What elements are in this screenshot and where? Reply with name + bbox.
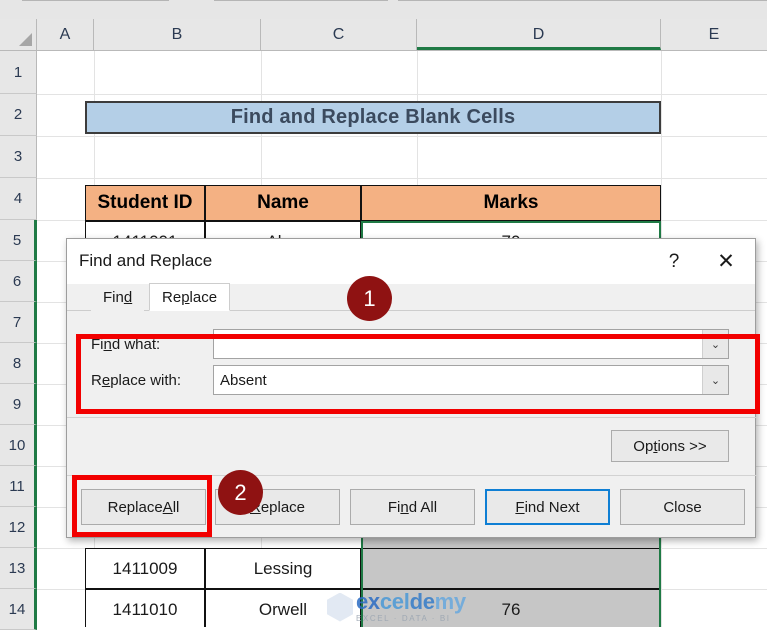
watermark-part-3: de bbox=[409, 589, 435, 614]
column-header-a[interactable]: A bbox=[37, 19, 94, 50]
column-header-row: A B C D E bbox=[0, 19, 767, 51]
row-header-7[interactable]: 7 bbox=[0, 302, 37, 343]
row-header-3[interactable]: 3 bbox=[0, 136, 37, 178]
exceldemy-watermark: exceldemy EXCEL · DATA · BI bbox=[327, 591, 466, 623]
cell-b13-student-id[interactable]: 1411009 bbox=[85, 548, 205, 589]
column-header-e[interactable]: E bbox=[661, 19, 767, 50]
formula-bar-extension-bottom bbox=[398, 0, 767, 1]
row-header-8[interactable]: 8 bbox=[0, 343, 37, 384]
select-all-corner[interactable] bbox=[0, 19, 37, 50]
table-header-marks: Marks bbox=[361, 185, 661, 221]
tab-replace-post: lace bbox=[189, 289, 218, 306]
table-header-name: Name bbox=[205, 185, 361, 221]
options-button[interactable]: Op t ions >> bbox=[611, 430, 729, 462]
row-header-6[interactable]: 6 bbox=[0, 261, 37, 302]
annotation-badge-2: 2 bbox=[218, 470, 263, 515]
row-header-13[interactable]: 13 bbox=[0, 548, 37, 589]
row-header-5[interactable]: 5 bbox=[0, 220, 37, 261]
watermark-part-1: ex bbox=[356, 589, 380, 614]
tab-find[interactable]: Find bbox=[91, 285, 145, 311]
watermark-subtitle: EXCEL · DATA · BI bbox=[356, 614, 451, 623]
cell-b14-student-id[interactable]: 1411010 bbox=[85, 589, 205, 627]
table-header-student-id: Student ID bbox=[85, 185, 205, 221]
tab-replace-accel: p bbox=[181, 289, 190, 306]
help-icon[interactable]: ? bbox=[651, 239, 697, 284]
select-all-triangle-icon bbox=[19, 33, 32, 46]
row-header-12[interactable]: 12 bbox=[0, 507, 37, 548]
annotation-highlight-fields bbox=[76, 334, 760, 414]
annotation-badge-1: 1 bbox=[347, 276, 392, 321]
tab-find-pre: Fin bbox=[103, 289, 124, 306]
row-header-11[interactable]: 11 bbox=[0, 466, 37, 507]
formula-bar-bottom bbox=[214, 0, 388, 1]
tab-replace-pre: Re bbox=[162, 289, 182, 306]
watermark-part-2: cel bbox=[379, 589, 410, 614]
row-header-14[interactable]: 14 bbox=[0, 589, 37, 630]
row-header-1[interactable]: 1 bbox=[0, 51, 37, 94]
column-header-d[interactable]: D bbox=[417, 19, 661, 50]
find-all-button[interactable]: Fi n d All bbox=[350, 489, 475, 525]
dialog-title-bar[interactable]: Find and Replace ? ✕ bbox=[67, 239, 755, 284]
column-header-c[interactable]: C bbox=[261, 19, 417, 50]
row-header-9[interactable]: 9 bbox=[0, 384, 37, 425]
annotation-highlight-replace-all bbox=[72, 475, 212, 537]
row-header-2[interactable]: 2 bbox=[0, 94, 37, 136]
sheet-title-banner: Find and Replace Blank Cells bbox=[85, 101, 661, 134]
close-button[interactable]: Close bbox=[620, 489, 745, 525]
exceldemy-hexagon-logo-icon bbox=[327, 592, 353, 622]
column-header-b[interactable]: B bbox=[94, 19, 261, 50]
row-header-column: 1 2 3 4 5 6 7 8 9 10 11 12 13 14 bbox=[0, 51, 37, 630]
name-box-bottom bbox=[22, 0, 169, 1]
find-next-button[interactable]: Find Next bbox=[485, 489, 610, 525]
dialog-title: Find and Replace bbox=[79, 251, 213, 270]
cell-c13-name[interactable]: Lessing bbox=[205, 548, 361, 589]
cell-d13-marks[interactable] bbox=[361, 548, 661, 589]
close-icon[interactable]: ✕ bbox=[703, 239, 749, 284]
tab-replace[interactable]: Replace bbox=[149, 283, 231, 311]
row-header-4[interactable]: 4 bbox=[0, 178, 37, 220]
watermark-part-4: my bbox=[434, 589, 467, 614]
formula-bar-sliver bbox=[0, 0, 767, 19]
dialog-tab-strip: Find Replace bbox=[67, 283, 755, 311]
tab-find-accel: d bbox=[123, 289, 133, 306]
row-header-10[interactable]: 10 bbox=[0, 425, 37, 466]
